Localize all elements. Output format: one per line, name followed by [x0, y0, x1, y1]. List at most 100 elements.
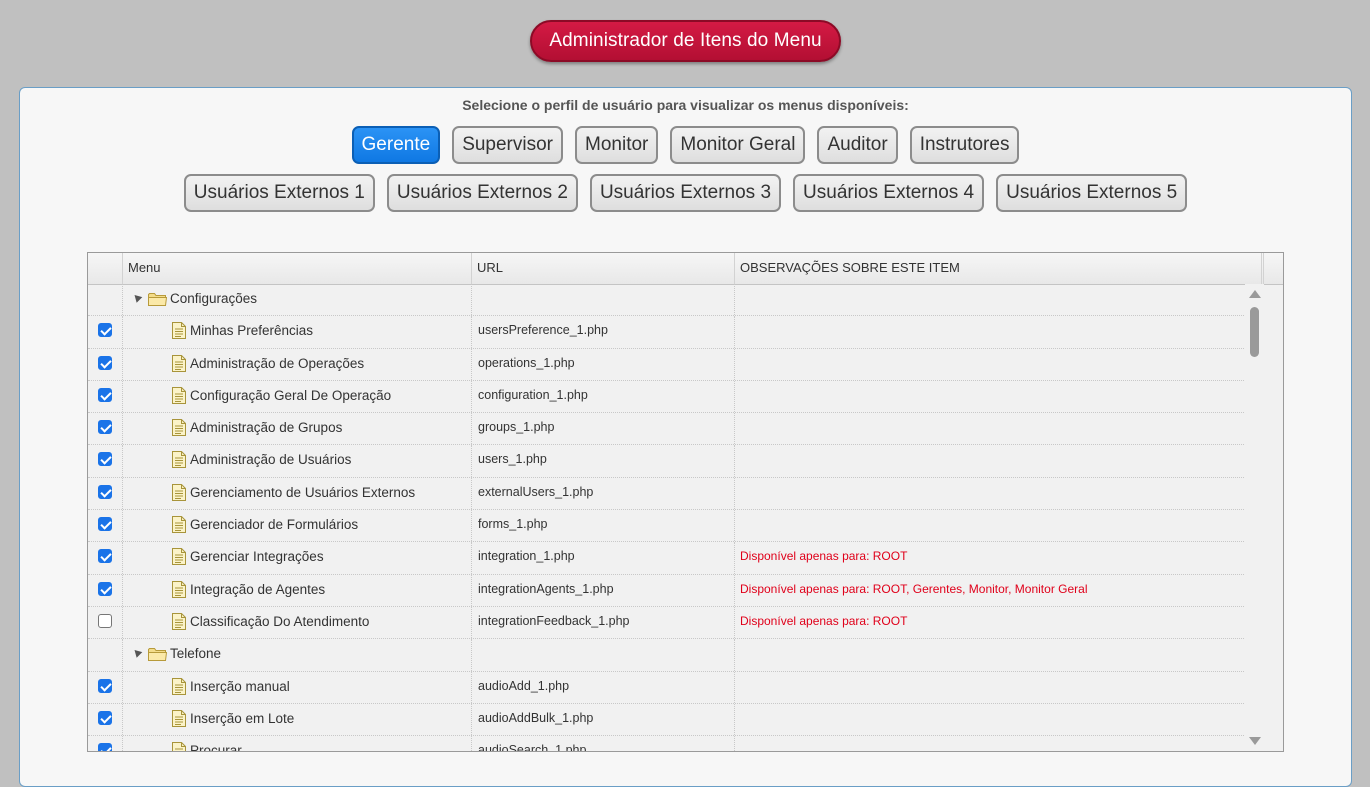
profile-button[interactable]: Gerente [351, 126, 441, 164]
menu-item-label: Inserção em Lote [190, 710, 295, 726]
item-checkbox[interactable] [98, 323, 112, 338]
observations-cell [735, 736, 1246, 751]
document-icon [172, 386, 186, 404]
observations-cell [735, 445, 1246, 476]
document-icon [172, 742, 186, 751]
profile-button[interactable]: Usuários Externos 2 [386, 174, 578, 212]
grid-item-row[interactable]: Gerenciamento de Usuários Externos extern… [88, 477, 1246, 511]
scroll-thumb[interactable] [1250, 307, 1259, 357]
url-cell: integrationFeedback_1.php [472, 606, 735, 639]
header-observations[interactable]: OBSERVAÇÕES SOBRE ESTE ITEM [735, 253, 1262, 284]
grid-item-row[interactable]: Configuração Geral De Operação configurat… [88, 380, 1246, 414]
observations-cell [735, 413, 1246, 444]
url-cell: groups_1.php [472, 413, 735, 445]
folder-label: Telefone [170, 646, 222, 662]
header-menu[interactable]: Menu [123, 253, 472, 284]
menu-item-label: Administração de Usuários [190, 452, 352, 468]
checkbox-cell [88, 574, 123, 606]
observations-cell [735, 284, 1246, 315]
profile-prompt-text: Selecione o perfil de usuário para visua… [462, 97, 909, 113]
menu-cell: Administração de Usuários [123, 445, 472, 477]
url-cell [472, 284, 735, 316]
grid-item-row[interactable]: Administração de Usuários users_1.php [88, 445, 1246, 478]
item-checkbox[interactable] [98, 452, 112, 467]
observations-cell [735, 704, 1246, 735]
item-checkbox[interactable] [98, 613, 112, 628]
scroll-down-arrow-icon[interactable] [1249, 737, 1261, 745]
scroll-up-arrow-icon[interactable] [1249, 290, 1261, 298]
item-checkbox[interactable] [98, 710, 112, 725]
menu-items-grid: Menu URL OBSERVAÇÕES SOBRE ESTE ITEM Con… [87, 252, 1284, 752]
menu-cell: Integração de Agentes [123, 574, 472, 606]
checkbox-cell [88, 348, 123, 380]
checkbox-cell [88, 284, 123, 316]
menu-item-label: Inserção manual [190, 678, 290, 694]
menu-item-label: Gerenciar Integrações [190, 549, 324, 565]
grid-folder-row[interactable]: Telefone [88, 639, 1246, 672]
item-checkbox[interactable] [98, 678, 112, 693]
observations-cell [735, 349, 1246, 380]
grid-item-row[interactable]: Administração de Operações operations_1.p… [88, 348, 1246, 381]
menu-item-label: Procurar [190, 743, 242, 752]
profile-button[interactable]: Usuários Externos 5 [996, 174, 1188, 212]
grid-folder-row[interactable]: Configurações [88, 284, 1246, 317]
menu-item-url: integration_1.php [478, 549, 575, 564]
menu-item-label: Gerenciador de Formulários [190, 517, 359, 533]
grid-item-row[interactable]: Integração de Agentes integrationAgents_1… [88, 574, 1246, 607]
menu-item-url: configuration_1.php [478, 387, 588, 402]
menu-cell: Minhas Preferências [123, 316, 472, 348]
item-checkbox[interactable] [98, 517, 112, 532]
profile-button[interactable]: Instrutores [909, 126, 1020, 164]
profile-button[interactable]: Monitor Geral [670, 126, 806, 164]
checkbox-cell [88, 639, 123, 671]
grid-item-row[interactable]: Gerenciar Integrações integration_1.php Di… [88, 542, 1246, 575]
collapse-arrow-icon[interactable] [131, 647, 143, 659]
grid-item-row[interactable]: Gerenciador de Formulários forms_1.php [88, 510, 1246, 543]
menu-item-label: Configuração Geral De Operação [190, 387, 392, 403]
grid-item-row[interactable]: Inserção manual audioAdd_1.php [88, 671, 1246, 704]
folder-label: Configurações [170, 291, 258, 306]
menu-cell: Inserção em Lote [123, 703, 472, 736]
collapse-arrow-icon[interactable] [131, 292, 143, 303]
url-cell: externalUsers_1.php [472, 477, 735, 510]
observations-cell [735, 510, 1246, 541]
grid-item-row[interactable]: Classificação Do Atendimento integrationF… [88, 606, 1246, 640]
item-checkbox[interactable] [98, 581, 112, 596]
document-icon [172, 548, 186, 566]
profile-button[interactable]: Usuários Externos 1 [183, 174, 375, 212]
menu-item-url: usersPreference_1.php [478, 323, 608, 338]
grid-item-row[interactable]: Procurar audioSearch_1.php [88, 736, 1246, 752]
url-cell: users_1.php [472, 445, 735, 477]
document-icon [172, 516, 186, 534]
profile-button[interactable]: Monitor [575, 126, 659, 164]
checkbox-cell [88, 316, 123, 348]
url-cell: audioSearch_1.php [472, 736, 735, 751]
item-checkbox[interactable] [98, 355, 112, 370]
grid-body: Configurações Minhas Preferências usersPre… [88, 284, 1246, 752]
item-checkbox[interactable] [98, 420, 112, 435]
grid-item-row[interactable]: Administração de Grupos groups_1.php [88, 413, 1246, 446]
profile-button[interactable]: Usuários Externos 3 [589, 174, 782, 212]
observations-cell: Disponível apenas para: ROOT [735, 607, 1246, 638]
checkbox-cell [88, 736, 123, 751]
item-checkbox[interactable] [98, 743, 112, 751]
document-icon [172, 612, 186, 630]
menu-item-label: Gerenciamento de Usuários Externos [190, 484, 416, 500]
url-cell: audioAddBulk_1.php [472, 703, 735, 736]
grid-item-row[interactable]: Inserção em Lote audioAddBulk_1.php [88, 703, 1246, 737]
profile-button[interactable]: Auditor [817, 126, 898, 164]
url-cell: integration_1.php [472, 542, 735, 574]
menu-cell: Telefone [123, 639, 472, 671]
grid-item-row[interactable]: Minhas Preferências usersPreference_1.php [88, 316, 1246, 349]
url-cell: operations_1.php [472, 348, 735, 380]
document-icon [172, 677, 186, 695]
profile-row-2: Usuários Externos 1 Usuários Externos 2 Us… [20, 174, 1351, 212]
item-checkbox[interactable] [98, 549, 112, 564]
menu-item-url: forms_1.php [478, 517, 548, 532]
profile-button[interactable]: Supervisor [452, 126, 564, 164]
profile-button[interactable]: Usuários Externos 4 [793, 174, 985, 212]
header-url[interactable]: URL [472, 253, 735, 284]
item-checkbox[interactable] [98, 387, 112, 402]
vertical-scrollbar[interactable] [1245, 284, 1264, 751]
item-checkbox[interactable] [98, 484, 112, 499]
